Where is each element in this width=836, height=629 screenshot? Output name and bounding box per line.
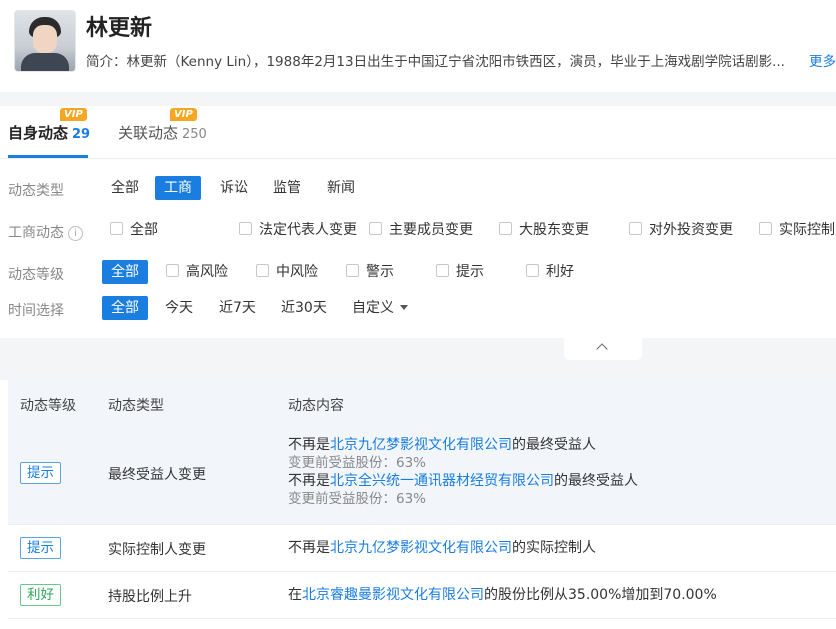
type-option-news[interactable]: 新闻 — [318, 176, 364, 200]
filter-label: 时间选择 — [8, 303, 64, 319]
filter-label: 动态类型 — [8, 183, 64, 199]
filter-row-time: 时间选择 全部 今天 近7天 近30天 自定义 — [0, 294, 836, 324]
caret-down-icon — [400, 305, 408, 310]
level-checkbox-high-risk[interactable]: 高风险 — [166, 262, 228, 282]
update-type: 最终受益人变更 — [108, 467, 206, 483]
active-tab-indicator — [8, 155, 88, 158]
sub-info: 变更前受益股份：63% — [288, 455, 427, 471]
type-option-all[interactable]: 全部 — [102, 176, 148, 200]
more-link[interactable]: 更多 — [807, 50, 836, 70]
section-divider — [0, 92, 836, 106]
header-type: 动态类型 — [108, 398, 164, 414]
company-link[interactable]: 北京睿趣曼影视文化有限公司 — [302, 587, 484, 603]
company-link[interactable]: 北京九亿梦影视文化有限公司 — [330, 437, 512, 453]
biz-checkbox-legal-rep[interactable]: 法定代表人变更 — [239, 220, 357, 240]
update-content: 不再是北京九亿梦影视文化有限公司的最终受益人 变更前受益股份：63% 不再是北京… — [288, 437, 638, 507]
time-option-7days[interactable]: 近7天 — [210, 296, 265, 320]
vip-badge: VIP — [60, 108, 87, 121]
tab-label: 自身动态 — [8, 124, 69, 142]
level-checkbox-warning[interactable]: 警示 — [346, 262, 394, 282]
time-option-30days[interactable]: 近30天 — [272, 296, 336, 320]
info-icon[interactable]: i — [68, 226, 83, 241]
filter-label: 动态等级 — [8, 267, 64, 283]
biz-checkbox-controller[interactable]: 实际控制人 — [759, 220, 836, 240]
filter-row-business: 工商动态 i 全部 法定代表人变更 主要成员变更 大股东变更 对外投资变更 实际控… — [0, 216, 836, 246]
time-option-all[interactable]: 全部 — [102, 296, 148, 320]
level-checkbox-hint[interactable]: 提示 — [436, 262, 484, 282]
level-badge: 提示 — [20, 462, 61, 484]
avatar[interactable] — [14, 10, 76, 72]
level-badge: 提示 — [20, 537, 61, 559]
tab-count: 250 — [182, 127, 207, 142]
time-option-custom[interactable]: 自定义 — [343, 296, 417, 320]
intro-body: 林更新（Kenny Lin），1988年2月13日出生于中国辽宁省沈阳市铁西区，… — [126, 54, 785, 70]
tab-bar: VIP 自身动态 29 VIP 关联动态 250 — [0, 106, 836, 159]
biz-checkbox-all[interactable]: 全部 — [110, 220, 158, 240]
level-badge: 利好 — [20, 584, 61, 606]
header-level: 动态等级 — [20, 398, 76, 414]
level-checkbox-medium-risk[interactable]: 中风险 — [256, 262, 318, 282]
type-option-business[interactable]: 工商 — [155, 176, 201, 200]
filter-row-level: 动态等级 全部 高风险 中风险 警示 提示 利好 — [0, 258, 836, 288]
biz-checkbox-members[interactable]: 主要成员变更 — [369, 220, 473, 240]
updates-table: 动态等级 动态类型 动态内容 提示 最终受益人变更 不再是北京九亿梦影视文化有限… — [8, 380, 836, 619]
filter-label: 工商动态 i — [8, 222, 83, 242]
time-option-today[interactable]: 今天 — [156, 296, 202, 320]
tab-label: 关联动态 — [118, 124, 179, 142]
intro-text: 简介：林更新（Kenny Lin），1988年2月13日出生于中国辽宁省沈阳市铁… — [86, 50, 836, 70]
tab-count: 29 — [72, 127, 91, 142]
level-checkbox-positive[interactable]: 利好 — [526, 262, 574, 282]
sub-info: 变更前受益股份：63% — [288, 491, 427, 507]
tab-related-updates[interactable]: VIP 关联动态 250 — [118, 108, 207, 143]
person-name: 林更新 — [86, 16, 153, 41]
biz-checkbox-investment[interactable]: 对外投资变更 — [629, 220, 733, 240]
company-link[interactable]: 北京九亿梦影视文化有限公司 — [330, 540, 512, 556]
table-row[interactable]: 提示 最终受益人变更 不再是北京九亿梦影视文化有限公司的最终受益人 变更前受益股… — [8, 426, 836, 525]
chevron-up-icon — [596, 343, 608, 355]
update-content: 不再是北京九亿梦影视文化有限公司的实际控制人 — [288, 540, 596, 556]
collapse-filters-button[interactable] — [564, 338, 642, 360]
update-type: 持股比例上升 — [108, 589, 192, 605]
table-header: 动态等级 动态类型 动态内容 — [8, 380, 836, 426]
vip-badge: VIP — [170, 108, 197, 121]
table-row[interactable]: 提示 实际控制人变更 不再是北京九亿梦影视文化有限公司的实际控制人 — [8, 525, 836, 572]
header-content: 动态内容 — [288, 398, 344, 414]
biz-checkbox-major-shareholder[interactable]: 大股东变更 — [499, 220, 589, 240]
intro-label: 简介： — [86, 54, 127, 70]
profile-header: 林更新 简介：林更新（Kenny Lin），1988年2月13日出生于中国辽宁省… — [0, 0, 836, 92]
section-divider — [0, 338, 836, 380]
company-link[interactable]: 北京全兴统一通讯器材经贸有限公司 — [330, 473, 554, 489]
type-option-litigation[interactable]: 诉讼 — [211, 176, 257, 200]
level-option-all[interactable]: 全部 — [102, 260, 148, 284]
filter-row-type: 动态类型 全部 工商 诉讼 监管 新闻 — [0, 174, 836, 204]
update-content: 在北京睿趣曼影视文化有限公司的股份比例从35.00%增加到70.00% — [288, 587, 717, 603]
table-row[interactable]: 利好 持股比例上升 在北京睿趣曼影视文化有限公司的股份比例从35.00%增加到7… — [8, 572, 836, 619]
tab-self-updates[interactable]: VIP 自身动态 29 — [8, 108, 91, 143]
type-option-regulation[interactable]: 监管 — [264, 176, 310, 200]
update-type: 实际控制人变更 — [108, 542, 206, 558]
